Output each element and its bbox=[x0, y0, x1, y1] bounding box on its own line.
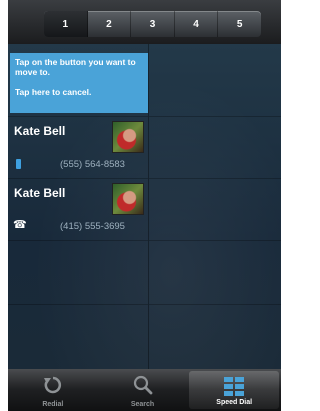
speed-dial-slot-5[interactable]: Kate Bell ☎ (415) 555-3695 bbox=[8, 178, 148, 241]
speed-dial-slot-9[interactable] bbox=[8, 304, 148, 369]
speed-dial-slot-4[interactable] bbox=[149, 116, 281, 179]
tab-speed-dial[interactable]: Speed Dial bbox=[189, 371, 280, 409]
top-bar: 1 2 3 4 5 bbox=[8, 0, 281, 44]
page-selector: 1 2 3 4 5 bbox=[44, 11, 261, 37]
tab-label: Speed Dial bbox=[216, 399, 253, 406]
speed-dial-slot-7[interactable] bbox=[8, 240, 148, 305]
page-button-5[interactable]: 5 bbox=[218, 11, 261, 37]
screen: 1 2 3 4 5 Tap on the button you want to … bbox=[8, 0, 281, 411]
contact-phone: (555) 564-8583 bbox=[60, 159, 125, 170]
instruction-text: Tap on the button you want to move to. bbox=[15, 57, 136, 77]
contact-name: Kate Bell bbox=[14, 124, 66, 138]
page-button-1[interactable]: 1 bbox=[44, 11, 88, 37]
cancel-text: Tap here to cancel. bbox=[15, 87, 92, 97]
redial-icon bbox=[43, 376, 61, 394]
phone-frame: 1 2 3 4 5 Tap on the button you want to … bbox=[0, 0, 282, 411]
speed-dial-grid: Tap on the button you want to move to. T… bbox=[8, 44, 281, 369]
search-icon bbox=[133, 375, 152, 395]
speed-dial-slot-6[interactable] bbox=[149, 178, 281, 241]
speed-dial-slot-3[interactable]: Kate Bell (555) 564-8583 bbox=[8, 116, 148, 179]
page-button-2[interactable]: 2 bbox=[88, 11, 132, 37]
tab-bar: Redial Search Speed Dial bbox=[8, 369, 281, 411]
page-button-4[interactable]: 4 bbox=[175, 11, 219, 37]
speed-dial-slot-2[interactable] bbox=[149, 44, 281, 117]
phone-icon: ☎ bbox=[13, 219, 27, 231]
speed-dial-slot-8[interactable] bbox=[149, 240, 281, 305]
cancel-instructions[interactable]: Tap on the button you want to move to. T… bbox=[10, 53, 148, 113]
contact-photo bbox=[112, 183, 144, 215]
contact-name: Kate Bell bbox=[14, 186, 66, 200]
contact-photo bbox=[112, 121, 144, 153]
mobile-icon bbox=[16, 159, 21, 169]
speed-dial-slot-10[interactable] bbox=[149, 304, 281, 369]
tab-label: Search bbox=[130, 401, 155, 408]
page-button-3[interactable]: 3 bbox=[131, 11, 175, 37]
speed-dial-slot-1[interactable]: Tap on the button you want to move to. T… bbox=[8, 44, 148, 117]
tab-redial[interactable]: Redial bbox=[8, 369, 98, 411]
tab-search[interactable]: Search bbox=[98, 369, 188, 411]
contact-phone: (415) 555-3695 bbox=[60, 221, 125, 232]
tab-label: Redial bbox=[42, 401, 64, 408]
grid-icon bbox=[224, 377, 245, 396]
